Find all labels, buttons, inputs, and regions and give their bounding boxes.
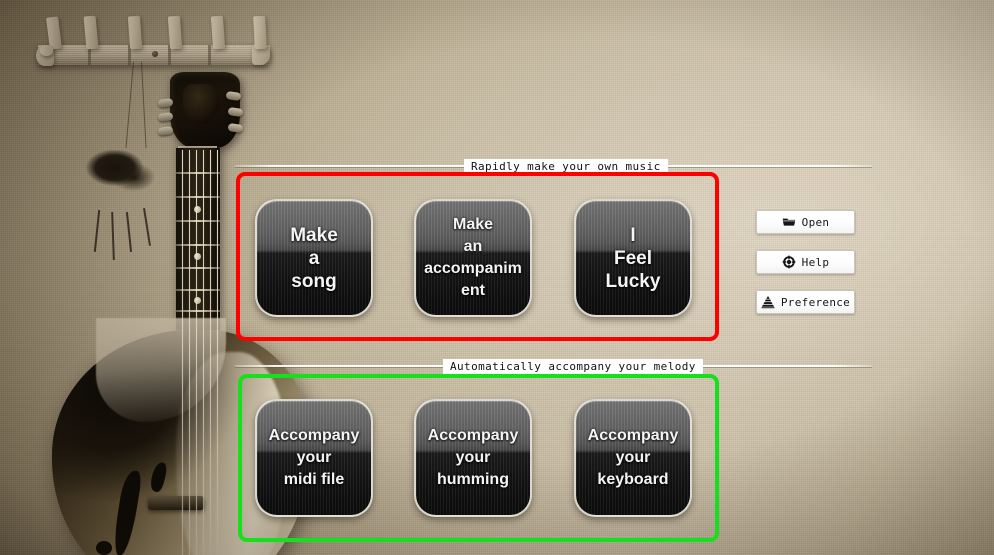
tile-label: Accompany your humming [427,427,519,488]
tile-label: Make an accompaniment [424,216,522,299]
help-button[interactable]: Help [756,250,855,274]
tile-label: I Feel Lucky [605,224,661,292]
open-button-label: Open [801,215,830,229]
tile-make-an-accompaniment[interactable]: Make an accompaniment [414,199,532,317]
help-button-label: Help [801,255,830,269]
tile-accompany-your-midi-file[interactable]: Accompany your midi file [255,399,373,517]
tile-make-a-song[interactable]: Make a song [255,199,373,317]
tile-label: Make a song [290,224,338,292]
groupbox-title-auto-accompany: Automatically accompany your melody [443,359,703,375]
open-button[interactable]: Open [756,210,855,234]
tile-accompany-your-humming[interactable]: Accompany your humming [414,399,532,517]
cone-icon [761,295,775,309]
application-window: Rapidly make your own music Make a song Ma… [0,0,994,555]
preference-button[interactable]: Preference [756,290,855,314]
tile-accompany-your-keyboard[interactable]: Accompany your keyboard [574,399,692,517]
tile-i-feel-lucky[interactable]: I Feel Lucky [574,199,692,317]
lifebuoy-icon [782,255,796,269]
preference-button-label: Preference [780,295,851,309]
folder-icon [782,215,796,229]
tile-label: Accompany your midi file [268,427,360,488]
tile-label: Accompany your keyboard [587,427,679,488]
